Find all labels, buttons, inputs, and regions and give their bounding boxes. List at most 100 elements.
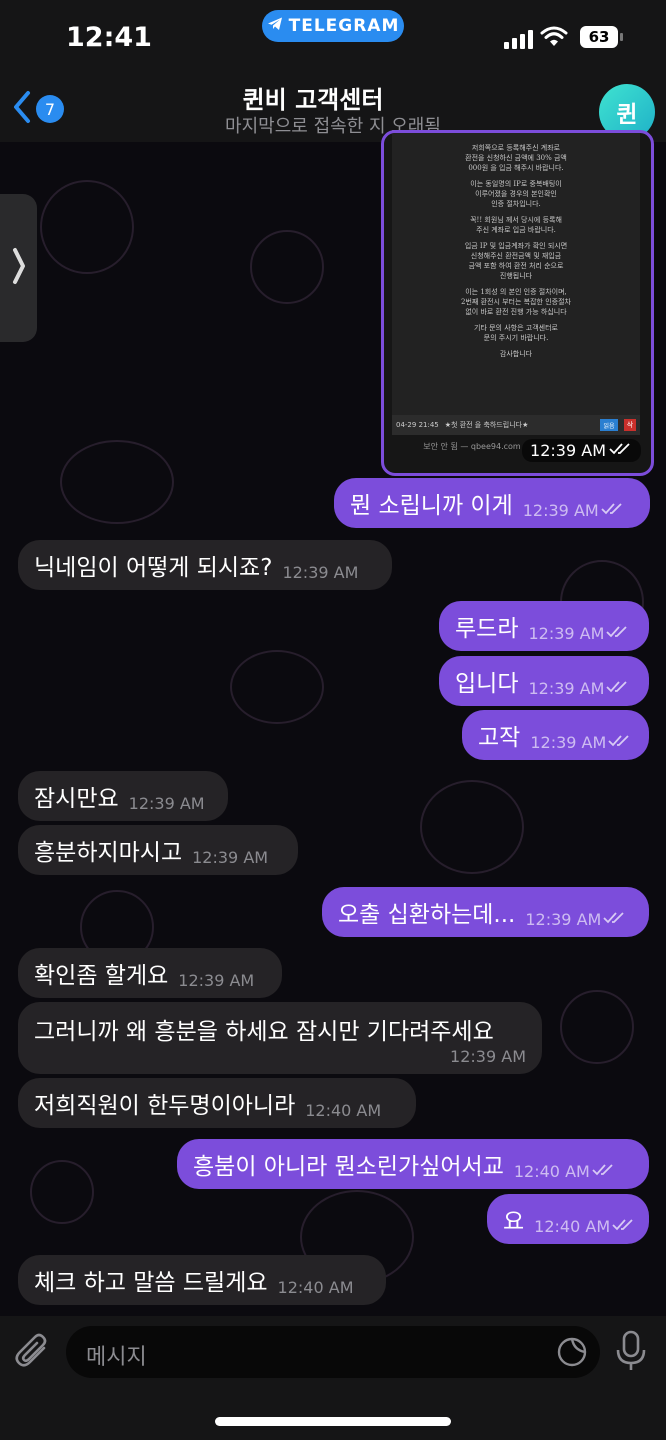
message-text: 뭔 소립니까 이게 (350, 493, 513, 519)
message-time: 12:39 AM (522, 500, 599, 520)
clock: 12:41 (66, 22, 152, 53)
screenshot-text-line: 저희쪽으로 등록해주신 계좌로 (471, 144, 561, 152)
message-bubble-incoming[interactable]: 그러니까 왜 흥분을 하세요 잠시만 기다려주세요 12:39 AM (18, 1002, 542, 1074)
side-panel-handle[interactable] (0, 194, 37, 342)
double-check-icon (609, 441, 633, 460)
telegram-pill-label: TELEGRAM (288, 16, 400, 36)
message-time: 12:39 AM (530, 732, 607, 752)
image-timestamp: 12:39 AM (522, 439, 641, 462)
image-message[interactable]: 저희쪽으로 등록해주신 계좌로환전을 신청하신 금액에 30% 금액 000원 을… (381, 130, 654, 476)
screenshot-text-line: 문의 주시기 바랍니다. (483, 334, 549, 342)
message-text: 잠시만요 (34, 786, 119, 812)
message-time: 12:40 AM (513, 1161, 590, 1181)
cellular-signal-icon (504, 30, 533, 49)
message-time: 12:39 AM (128, 793, 205, 813)
message-bubble-incoming[interactable]: 흥분하지마시고 12:39 AM (18, 825, 298, 875)
message-text: 그러니까 왜 흥분을 하세요 잠시만 기다려주세요 (34, 1019, 494, 1045)
message-text: 입니다 (455, 671, 519, 697)
message-bubble-outgoing[interactable]: 입니다 12:39 AM (439, 656, 649, 706)
message-bubble-incoming[interactable]: 체크 하고 말씀 드릴게요 12:40 AM (18, 1255, 386, 1305)
screenshot-text-line: 금액 포함 하여 환전 처리 순으로 (468, 262, 564, 270)
double-check-icon (601, 501, 625, 520)
double-check-icon (603, 910, 627, 929)
screenshot-page: 저희쪽으로 등록해주신 계좌로환전을 신청하신 금액에 30% 금액 000원 을… (392, 133, 640, 433)
message-bubble-outgoing[interactable]: 흥붐이 아니라 뭔소린가싶어서교 12:40 AM (177, 1139, 649, 1189)
screenshot-text-line: 신청해주신 환전금액 및 재입금 (470, 252, 562, 260)
sticker-icon[interactable] (556, 1336, 588, 1372)
message-bubble-incoming[interactable]: 닉네임이 어떻게 되시죠? 12:39 AM (18, 540, 392, 590)
message-time: 12:39 AM (192, 847, 269, 867)
message-time: 12:39 AM (528, 678, 605, 698)
image-time: 12:39 AM (530, 441, 606, 460)
row-read-button: 읽음 (600, 419, 618, 431)
wifi-icon (540, 26, 568, 52)
row-date: 04-29 21:45 (396, 421, 439, 429)
message-bubble-incoming[interactable]: 저희직원이 한두명이아니라 12:40 AM (18, 1078, 416, 1128)
screenshot-text-line: 입금 IP 및 입금계좌가 확인 되시면 (464, 242, 568, 250)
message-text: 루드라 (455, 616, 519, 642)
message-bubble-incoming[interactable]: 잠시만요 12:39 AM (18, 771, 228, 821)
message-bubble-outgoing[interactable]: 고작 12:39 AM (462, 710, 649, 760)
message-input[interactable]: 메시지 (66, 1326, 600, 1378)
chat-title[interactable]: 퀸비 고객센터 (0, 80, 626, 115)
message-time: 12:39 AM (528, 623, 605, 643)
message-meta: 12:39 AM (530, 733, 632, 752)
screenshot-text-line: 주신 계좌로 입금 바랍니다. (476, 226, 556, 234)
screenshot-text-line: 인증 절차입니다. (491, 200, 541, 208)
double-check-icon (606, 624, 630, 643)
message-text: 저희직원이 한두명이아니라 (34, 1093, 296, 1119)
status-bar: 12:41 TELEGRAM 63 (0, 0, 666, 74)
message-text: 요 (503, 1209, 525, 1235)
message-text: 확인좀 할게요 (34, 963, 169, 989)
screenshot-text-line: 환전을 신청하신 금액에 30% 금액 (465, 154, 567, 162)
message-bubble-outgoing[interactable]: 뭔 소립니까 이게 12:39 AM (334, 478, 650, 528)
screenshot-text-line: 진행됩니다 (499, 272, 533, 280)
chevron-right-icon (12, 246, 26, 290)
message-meta: 12:40 AM (514, 1162, 616, 1181)
screenshot-text-line: 2번째 환전시 부터는 복잡한 인증절차 (461, 298, 571, 306)
battery-indicator: 63 (580, 26, 623, 48)
double-check-icon (592, 1162, 616, 1181)
double-check-icon (606, 679, 630, 698)
message-meta: 12:39 AM (528, 624, 630, 643)
message-meta: 12:40 AM (534, 1217, 636, 1236)
message-bubble-outgoing[interactable]: 오출 십환하는데... 12:39 AM (322, 887, 649, 937)
message-text: 닉네임이 어떻게 되시죠? (34, 555, 273, 581)
message-bubble-outgoing[interactable]: 루드라 12:39 AM (439, 601, 649, 651)
message-bubble-outgoing[interactable]: 요 12:40 AM (487, 1194, 649, 1244)
row-delete-button: 삭 (624, 419, 636, 431)
screenshot-text-line: 이루어졌을 경우의 본인확인 (475, 190, 557, 198)
screenshot-text-line: 이는 1회성 의 본인 인증 절차이며, (465, 288, 567, 296)
screenshot-text-line: 이는 동일명의 IP로 중복배팅이 (470, 180, 562, 188)
message-time: 12:39 AM (525, 909, 602, 929)
telegram-pill[interactable]: TELEGRAM (262, 10, 404, 42)
screenshot-text-line: 000원 을 입금 해주시 바랍니다. (468, 164, 564, 172)
message-time: 12:39 AM (282, 562, 359, 582)
message-text: 오출 십환하는데... (338, 902, 516, 928)
message-time: 12:40 AM (534, 1216, 611, 1236)
double-check-icon (612, 1217, 636, 1236)
message-meta: 12:39 AM (528, 679, 630, 698)
message-time: 12:40 AM (277, 1277, 354, 1297)
message-time: 12:39 AM (450, 1047, 526, 1066)
home-indicator[interactable] (215, 1417, 451, 1426)
double-check-icon (608, 733, 632, 752)
attach-paperclip-icon[interactable] (14, 1332, 52, 1376)
screenshot-text-line: 기타 문의 사항은 고객센터로 (474, 324, 558, 332)
message-time: 12:39 AM (178, 970, 255, 990)
message-text: 고작 (478, 725, 521, 751)
message-meta: 12:39 AM (525, 910, 627, 929)
screenshot-text-line: 없이 바로 환전 진행 가능 하십니다 (465, 308, 567, 316)
paper-plane-icon (267, 16, 283, 37)
screenshot-row: 04-29 21:45 ★첫 환전 을 축하드립니다★ 읽음 삭 (392, 415, 640, 435)
row-text: ★첫 환전 을 축하드립니다★ (444, 421, 529, 429)
message-text: 흥붐이 아니라 뭔소린가싶어서교 (193, 1154, 504, 1180)
message-text: 흥분하지마시고 (34, 840, 183, 866)
message-input-placeholder: 메시지 (86, 1345, 147, 1370)
microphone-icon[interactable] (614, 1330, 648, 1376)
message-time: 12:40 AM (305, 1100, 382, 1120)
screenshot-text-line: 감사합니다 (499, 350, 533, 358)
message-text: 체크 하고 말씀 드릴게요 (34, 1270, 268, 1296)
screenshot-text-line: 꼭!! 회원님 께서 당시에 등록해 (470, 216, 562, 224)
message-bubble-incoming[interactable]: 확인좀 할게요 12:39 AM (18, 948, 282, 998)
